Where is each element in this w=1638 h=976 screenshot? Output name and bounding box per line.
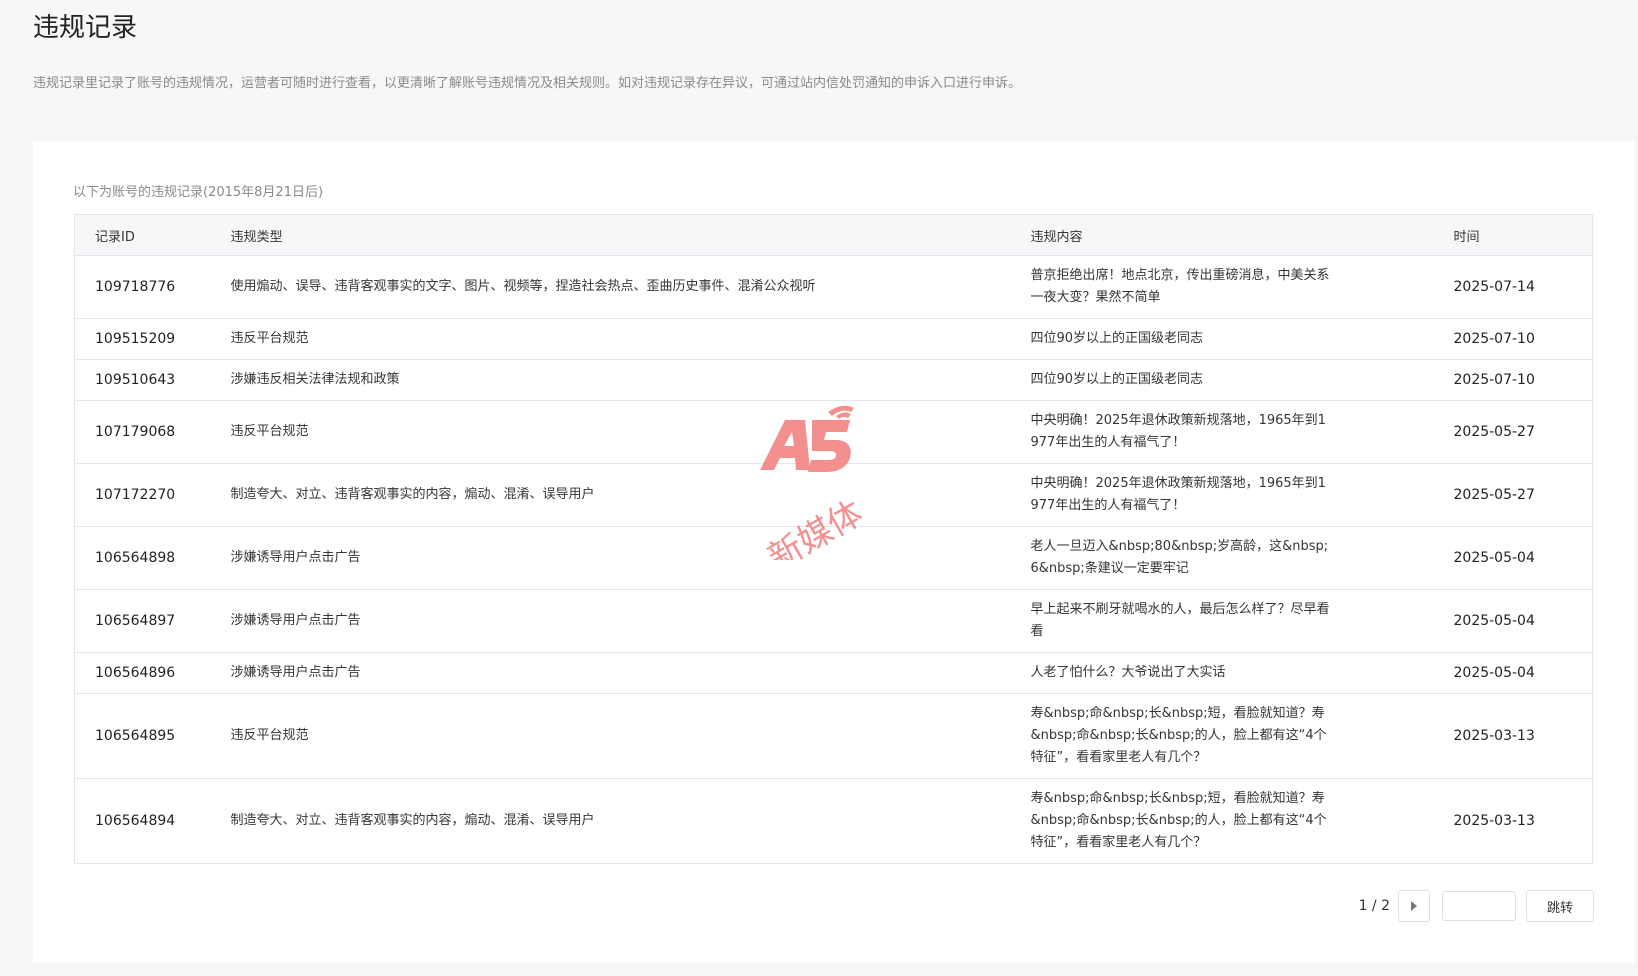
record-time: 2025-05-27 xyxy=(1433,463,1593,527)
record-time: 2025-07-10 xyxy=(1433,318,1593,360)
records-card: 以下为账号的违规记录(2015年8月21日后) 记录ID 违规类型 违规内容 时… xyxy=(33,141,1634,963)
column-header-content: 违规内容 xyxy=(1010,214,1434,256)
records-table: 记录ID 违规类型 违规内容 时间 109718776 使用煽动、误导、违背客观… xyxy=(74,214,1593,864)
record-time: 2025-03-13 xyxy=(1433,778,1593,864)
violation-content: 寿&nbsp;命&nbsp;长&nbsp;短，看脸就知道？寿&nbsp;命&nb… xyxy=(1030,791,1327,850)
violation-content: 四位90岁以上的正国级老同志 xyxy=(1030,331,1204,346)
violation-content: 普京拒绝出席！地点北京，传出重磅消息，中美关系一夜大变？果然不简单 xyxy=(1030,268,1330,305)
record-time: 2025-03-13 xyxy=(1433,693,1593,779)
record-id: 106564895 xyxy=(74,693,211,779)
record-id: 109718776 xyxy=(74,255,211,319)
violation-content: 中央明确！2025年退休政策新规落地，1965年到1977年出生的人有福气了！ xyxy=(1030,476,1326,513)
table-row: 106564894 制造夸大、对立、违背客观事实的内容，煽动、混淆、误导用户 寿… xyxy=(74,778,1593,864)
jump-button[interactable]: 跳转 xyxy=(1526,890,1594,922)
table-row: 109718776 使用煽动、误导、违背客观事实的文字、图片、视频等，捏造社会热… xyxy=(74,255,1593,319)
table-row: 106564895 违反平台规范 寿&nbsp;命&nbsp;长&nbsp;短，… xyxy=(74,693,1593,779)
record-id: 109510643 xyxy=(74,359,211,401)
record-id: 106564897 xyxy=(74,589,211,653)
record-id: 106564896 xyxy=(74,652,211,694)
record-time: 2025-07-10 xyxy=(1433,359,1593,401)
record-time: 2025-07-14 xyxy=(1433,255,1593,319)
table-row: 106564897 涉嫌诱导用户点击广告 早上起来不刷牙就喝水的人，最后怎么样了… xyxy=(74,589,1593,653)
violation-content: 早上起来不刷牙就喝水的人，最后怎么样了？尽早看看 xyxy=(1030,602,1330,639)
violation-content: 人老了怕什么？大爷说出了大实话 xyxy=(1030,665,1226,680)
table-row: 109510643 涉嫌违反相关法律法规和政策 四位90岁以上的正国级老同志 2… xyxy=(74,359,1593,401)
caret-right-icon xyxy=(1411,901,1417,911)
table-row: 107172270 制造夸大、对立、违背客观事实的内容，煽动、混淆、误导用户 中… xyxy=(74,463,1593,527)
violation-type: 涉嫌诱导用户点击广告 xyxy=(210,652,1011,694)
page-jump-input[interactable] xyxy=(1442,891,1516,921)
violation-type: 制造夸大、对立、违背客观事实的内容，煽动、混淆、误导用户 xyxy=(210,778,1011,864)
violation-type: 制造夸大、对立、违背客观事实的内容，煽动、混淆、误导用户 xyxy=(210,463,1011,527)
column-header-time: 时间 xyxy=(1433,214,1593,256)
record-time: 2025-05-04 xyxy=(1433,526,1593,590)
next-page-button[interactable] xyxy=(1398,890,1430,922)
column-header-type: 违规类型 xyxy=(210,214,1011,256)
violation-type: 涉嫌诱导用户点击广告 xyxy=(210,589,1011,653)
violation-content: 老人一旦迈入&nbsp;80&nbsp;岁高龄，这&nbsp;6&nbsp;条建… xyxy=(1030,539,1329,576)
record-id: 106564894 xyxy=(74,778,211,864)
table-header-row: 记录ID 违规类型 违规内容 时间 xyxy=(74,214,1593,256)
violation-type: 违反平台规范 xyxy=(210,400,1011,464)
record-id: 107172270 xyxy=(74,463,211,527)
violation-content: 中央明确！2025年退休政策新规落地，1965年到1977年出生的人有福气了！ xyxy=(1030,413,1326,450)
page-count: 1 / 2 xyxy=(1358,898,1390,914)
column-header-id: 记录ID xyxy=(74,214,211,256)
table-row: 107179068 违反平台规范 中央明确！2025年退休政策新规落地，1965… xyxy=(74,400,1593,464)
record-id: 106564898 xyxy=(74,526,211,590)
table-row: 106564898 涉嫌诱导用户点击广告 老人一旦迈入&nbsp;80&nbsp… xyxy=(74,526,1593,590)
record-id: 107179068 xyxy=(74,400,211,464)
table-row: 106564896 涉嫌诱导用户点击广告 人老了怕什么？大爷说出了大实话 202… xyxy=(74,652,1593,694)
page-title: 违规记录 xyxy=(33,13,138,43)
table-row: 109515209 违反平台规范 四位90岁以上的正国级老同志 2025-07-… xyxy=(74,318,1593,360)
violation-type: 违反平台规范 xyxy=(210,693,1011,779)
violation-type: 使用煽动、误导、违背客观事实的文字、图片、视频等，捏造社会热点、歪曲历史事件、混… xyxy=(210,255,1011,319)
records-table-wrap: 记录ID 违规类型 违规内容 时间 109718776 使用煽动、误导、违背客观… xyxy=(74,214,1593,864)
violation-type: 涉嫌违反相关法律法规和政策 xyxy=(210,359,1011,401)
violation-type: 违反平台规范 xyxy=(210,318,1011,360)
violation-content: 四位90岁以上的正国级老同志 xyxy=(1030,372,1204,387)
pagination: 1 / 2 跳转 xyxy=(1359,890,1594,922)
record-id: 109515209 xyxy=(74,318,211,360)
violation-type: 涉嫌诱导用户点击广告 xyxy=(210,526,1011,590)
record-time: 2025-05-04 xyxy=(1433,652,1593,694)
record-time: 2025-05-04 xyxy=(1433,589,1593,653)
table-caption: 以下为账号的违规记录(2015年8月21日后) xyxy=(73,185,324,200)
page-description: 违规记录里记录了账号的违规情况，运营者可随时进行查看，以更清晰了解账号违规情况及… xyxy=(33,76,1022,91)
violation-content: 寿&nbsp;命&nbsp;长&nbsp;短，看脸就知道？寿&nbsp;命&nb… xyxy=(1030,706,1327,765)
record-time: 2025-05-27 xyxy=(1433,400,1593,464)
